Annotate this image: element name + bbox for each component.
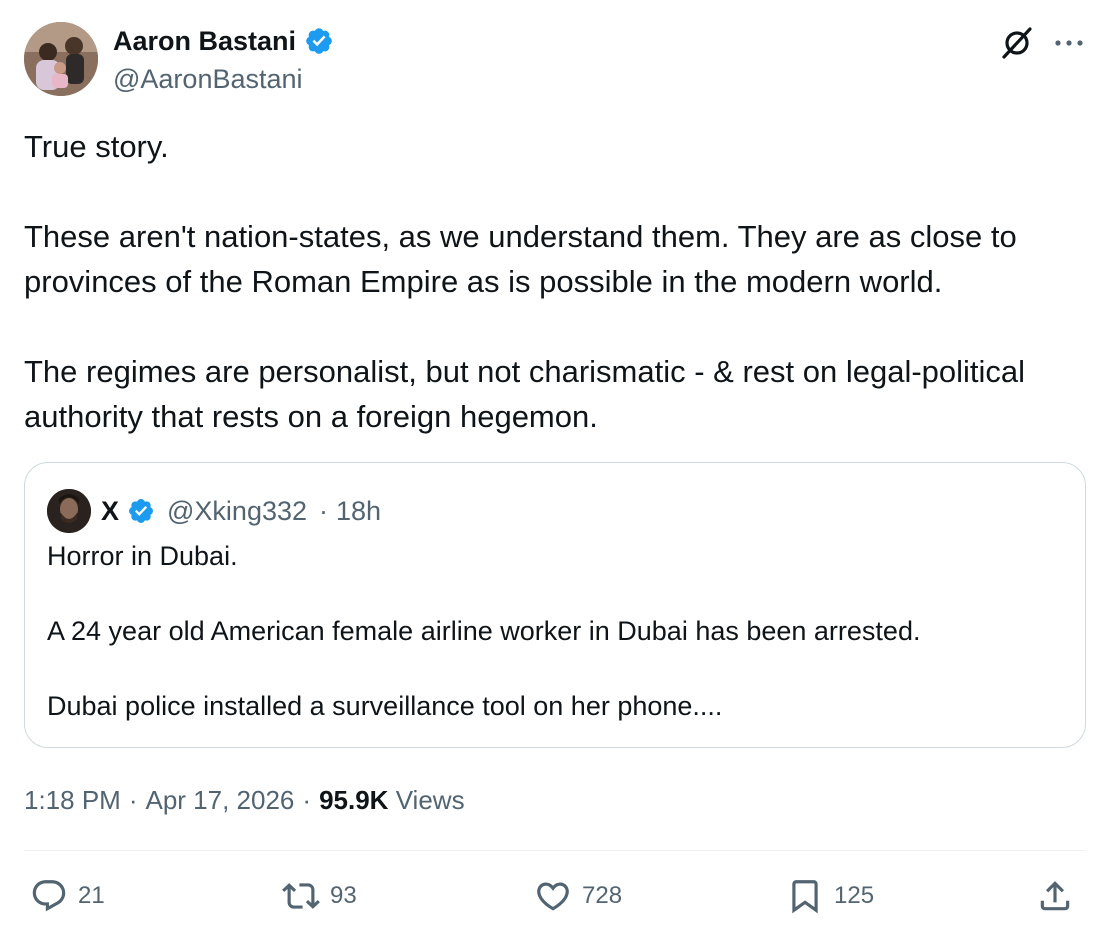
bookmark-button[interactable]: 125 <box>786 868 874 924</box>
bookmark-count: 125 <box>834 882 875 909</box>
meta-separator: · <box>302 785 312 815</box>
like-button[interactable]: 728 <box>534 868 622 924</box>
reply-button[interactable]: 21 <box>30 868 105 924</box>
share-button[interactable] <box>1036 868 1074 924</box>
quoted-text: Horror in Dubai. A 24 year old American … <box>47 537 1057 725</box>
meta-separator: · <box>128 785 138 815</box>
tweet: Aaron Bastani @AaronBastani True story. … <box>0 0 1112 926</box>
quoted-handle: @Xking332 <box>167 495 308 526</box>
verified-badge-icon <box>129 499 153 523</box>
grok-button[interactable] <box>996 22 1038 64</box>
tweet-text: True story. These aren't nation-states, … <box>24 124 1094 439</box>
author-avatar-image <box>24 22 98 96</box>
tweet-paragraph: True story. <box>24 129 169 164</box>
reply-count: 21 <box>78 882 105 909</box>
reply-icon <box>32 880 66 912</box>
verified-badge-icon <box>306 28 332 54</box>
quoted-separator: · <box>319 495 329 526</box>
tweet-date[interactable]: Apr 17, 2026 <box>146 782 295 818</box>
repost-count: 93 <box>330 882 357 909</box>
action-bar: 21 93 728 125 <box>0 868 1112 924</box>
tweet-time[interactable]: 1:18 PM <box>24 782 121 818</box>
share-icon <box>1040 881 1070 911</box>
views-label: Views <box>395 785 465 815</box>
quoted-paragraph: A 24 year old American female airline wo… <box>47 616 921 646</box>
repost-button[interactable]: 93 <box>282 868 357 924</box>
author-name-row[interactable]: Aaron Bastani <box>113 24 334 58</box>
tweet-paragraph: These aren't nation-states, as we unders… <box>24 219 1017 299</box>
quoted-paragraph: Horror in Dubai. <box>47 541 238 571</box>
grok-icon <box>1002 27 1032 59</box>
quoted-paragraph: Dubai police installed a surveillance to… <box>47 691 723 721</box>
like-count: 728 <box>582 882 623 909</box>
tweet-paragraph: The regimes are personalist, but not cha… <box>24 354 1026 434</box>
quoted-author-avatar-image <box>47 489 91 533</box>
more-icon <box>1055 40 1083 46</box>
author-avatar[interactable] <box>24 22 98 96</box>
more-button[interactable] <box>1048 22 1090 64</box>
heart-icon <box>537 882 569 911</box>
quoted-time: 18h <box>336 495 382 526</box>
quoted-author-avatar <box>47 489 91 533</box>
quoted-display-name: X <box>101 495 120 526</box>
repost-icon <box>282 883 320 909</box>
tweet-meta: 1:18 PM · Apr 17, 2026 · 95.9K Views <box>24 782 465 818</box>
author-handle[interactable]: @AaronBastani <box>113 62 303 96</box>
author-display-name[interactable]: Aaron Bastani <box>113 24 296 58</box>
bookmark-icon <box>792 880 818 914</box>
views-count: 95.9K <box>319 785 389 815</box>
quoted-tweet[interactable]: X @Xking332 · 18h Horror in Dubai. A 24 … <box>24 462 1086 748</box>
quoted-header: X @Xking332 · 18h <box>101 489 381 533</box>
divider <box>24 850 1086 851</box>
